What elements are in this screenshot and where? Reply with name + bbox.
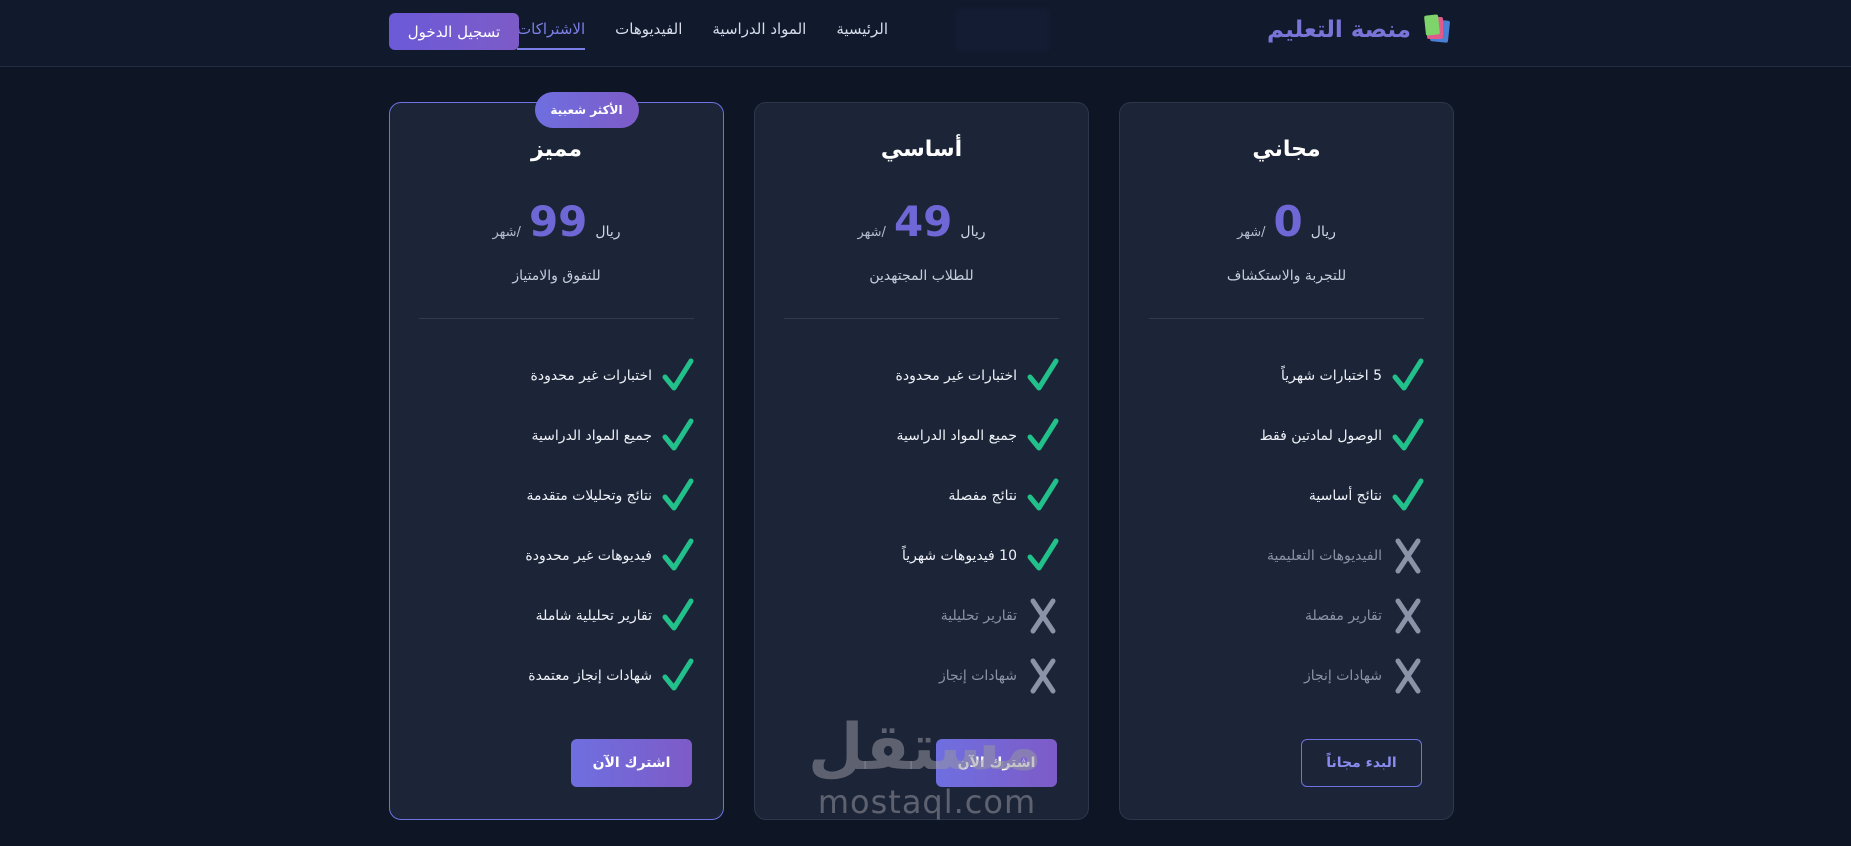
cross-icon <box>1027 657 1059 695</box>
feature-text: الفيديوهات التعليمية <box>1266 548 1382 564</box>
feature-item: نتائج أساسية <box>1149 466 1424 526</box>
top-navbar: منصة التعليم الرئيسية المواد الدراسية ال… <box>0 0 1851 67</box>
feature-text: اختبارات غير محدودة <box>895 368 1017 384</box>
price: 0 <box>1273 197 1303 246</box>
feature-list: 5 اختبارات شهرياً الوصول لمادتين فقط نتائج… <box>1149 346 1424 706</box>
plan-description: للتجربة والاستكشاف <box>1226 268 1347 284</box>
plan-card-premium: الأكثر شعبية مميز ريال 99 /شهر للتفوق وا… <box>389 92 724 820</box>
period: /شهر <box>857 225 886 240</box>
feature-text: جميع المواد الدراسية <box>896 428 1017 444</box>
feature-item: الفيديوهات التعليمية <box>1149 526 1424 586</box>
feature-item: 10 فيديوهات شهرياً <box>784 526 1059 586</box>
start-free-button[interactable]: البدء مجاناً <box>1301 739 1422 787</box>
check-icon <box>1027 537 1059 575</box>
feature-text: نتائج مفصلة <box>948 488 1017 504</box>
divider <box>784 318 1059 319</box>
feature-text: 5 اختبارات شهرياً <box>1281 368 1382 384</box>
plan-card-free: مجاني ريال 0 /شهر للتجربة والاستكشاف 5 ا… <box>1119 102 1454 820</box>
check-icon <box>1027 417 1059 455</box>
plan-name: مجاني <box>1252 137 1321 162</box>
feature-text: شهادات إنجاز <box>938 668 1017 684</box>
most-popular-badge: الأكثر شعبية <box>534 92 639 128</box>
feature-item: شهادات إنجاز معتمدة <box>419 646 694 706</box>
feature-item: اختبارات غير محدودة <box>784 346 1059 406</box>
feature-text: شهادات إنجاز <box>1303 668 1382 684</box>
feature-text: 10 فيديوهات شهرياً <box>901 548 1017 564</box>
feature-item: الوصول لمادتين فقط <box>1149 406 1424 466</box>
nav-home[interactable]: الرئيسية <box>836 20 888 50</box>
divider <box>1149 318 1424 319</box>
feature-text: شهادات إنجاز معتمدة <box>528 668 652 684</box>
feature-text: نتائج وتحليلات متقدمة <box>526 488 652 504</box>
plan-description: للتفوق والامتياز <box>512 268 601 284</box>
brand-name: منصة التعليم <box>1267 17 1411 43</box>
subscribe-premium-button[interactable]: اشترك الآن <box>571 739 692 787</box>
feature-text: اختبارات غير محدودة <box>530 368 652 384</box>
nav-subjects[interactable]: المواد الدراسية <box>712 20 806 50</box>
period: /شهر <box>492 225 521 240</box>
check-icon <box>662 597 694 635</box>
feature-list: اختبارات غير محدودة جميع المواد الدراسية ن… <box>419 346 694 706</box>
feature-item: تقارير تحليلية <box>784 586 1059 646</box>
plan-card-basic: أساسي ريال 49 /شهر للطلاب المجتهدين اختب… <box>754 102 1089 820</box>
cross-icon <box>1392 597 1424 635</box>
feature-text: فيديوهات غير محدودة <box>525 548 652 564</box>
check-icon <box>662 537 694 575</box>
login-button[interactable]: تسجيل الدخول <box>389 13 519 50</box>
check-icon <box>662 657 694 695</box>
cross-icon <box>1392 657 1424 695</box>
feature-list: اختبارات غير محدودة جميع المواد الدراسية ن… <box>784 346 1059 706</box>
price-row: ريال 49 /شهر <box>755 197 1088 246</box>
price: 49 <box>893 197 953 246</box>
plan-name: أساسي <box>880 137 963 162</box>
feature-text: جميع المواد الدراسية <box>531 428 652 444</box>
books-logo-icon <box>1421 14 1451 45</box>
price-row: ريال 99 /شهر <box>390 197 723 246</box>
nav-videos[interactable]: الفيديوهات <box>615 20 682 50</box>
feature-item: جميع المواد الدراسية <box>419 406 694 466</box>
feature-text: تقارير تحليلية <box>940 608 1017 624</box>
feature-item: فيديوهات غير محدودة <box>419 526 694 586</box>
feature-text: تقارير مفصلة <box>1305 608 1382 624</box>
currency: ريال <box>1310 224 1336 240</box>
main-nav: الرئيسية المواد الدراسية الفيديوهات الاش… <box>517 20 888 50</box>
check-icon <box>662 417 694 455</box>
feature-text: الوصول لمادتين فقط <box>1259 428 1382 444</box>
feature-item: جميع المواد الدراسية <box>784 406 1059 466</box>
check-icon <box>1392 477 1424 515</box>
currency: ريال <box>960 224 986 240</box>
feature-item: نتائج وتحليلات متقدمة <box>419 466 694 526</box>
nav-subscriptions[interactable]: الاشتراكات <box>517 20 586 50</box>
feature-item: نتائج مفصلة <box>784 466 1059 526</box>
feature-item: تقارير مفصلة <box>1149 586 1424 646</box>
feature-item: 5 اختبارات شهرياً <box>1149 346 1424 406</box>
plan-description: للطلاب المجتهدين <box>869 268 974 284</box>
blurred-placeholder <box>955 8 1050 52</box>
period: /شهر <box>1237 225 1266 240</box>
subscribe-basic-button[interactable]: اشترك الآن <box>936 739 1057 787</box>
check-icon <box>1027 477 1059 515</box>
feature-item: شهادات إنجاز <box>784 646 1059 706</box>
check-icon <box>662 357 694 395</box>
feature-item: تقارير تحليلية شاملة <box>419 586 694 646</box>
cross-icon <box>1027 597 1059 635</box>
check-icon <box>662 477 694 515</box>
brand[interactable]: منصة التعليم <box>1267 12 1451 48</box>
check-icon <box>1392 357 1424 395</box>
feature-text: نتائج أساسية <box>1308 488 1382 504</box>
cross-icon <box>1392 537 1424 575</box>
plan-name: مميز <box>530 137 583 162</box>
currency: ريال <box>595 224 621 240</box>
feature-text: تقارير تحليلية شاملة <box>535 608 652 624</box>
check-icon <box>1027 357 1059 395</box>
feature-item: شهادات إنجاز <box>1149 646 1424 706</box>
check-icon <box>1392 417 1424 455</box>
feature-item: اختبارات غير محدودة <box>419 346 694 406</box>
divider <box>419 318 694 319</box>
price-row: ريال 0 /شهر <box>1120 197 1453 246</box>
price: 99 <box>528 197 588 246</box>
